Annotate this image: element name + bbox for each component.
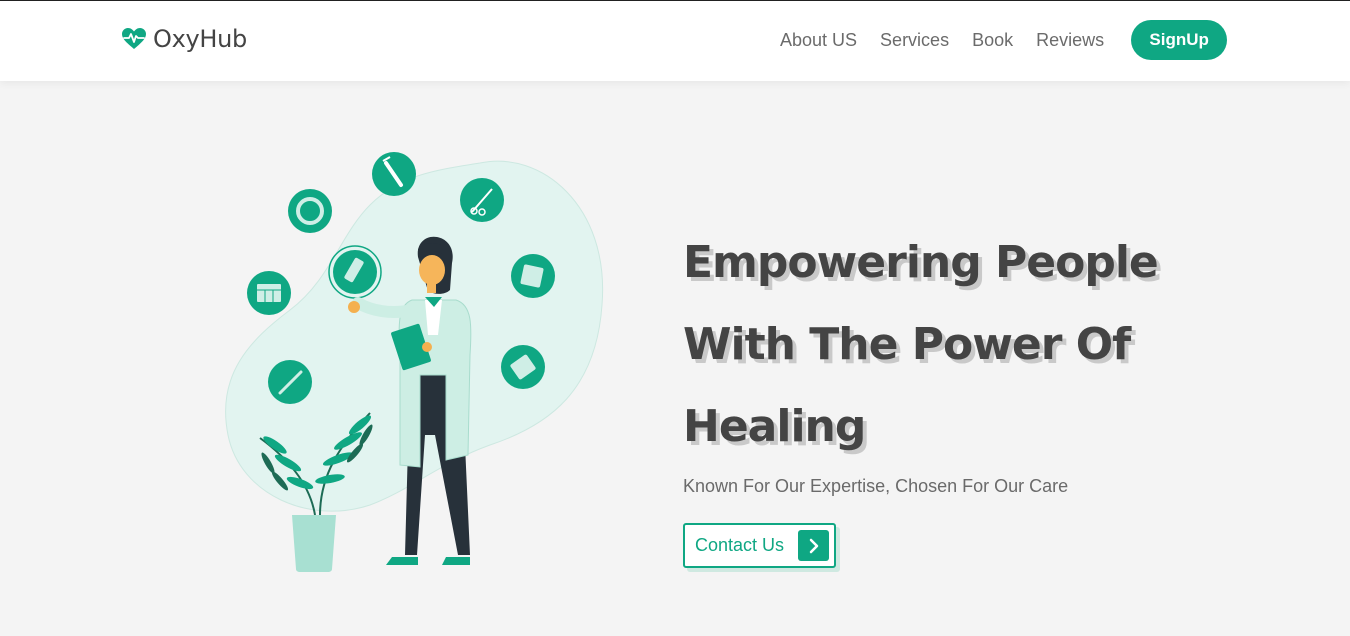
- hero-title: Empowering People With The Power Of Heal…: [683, 222, 1323, 468]
- hero-title-line-1: Empowering People: [683, 237, 1159, 288]
- hero-title-line-2: With The Power Of: [683, 319, 1131, 370]
- scissors-icon: [460, 178, 504, 222]
- chevron-right-icon: [798, 530, 829, 561]
- signup-button[interactable]: SignUp: [1131, 20, 1228, 60]
- nav-link-reviews[interactable]: Reviews: [1036, 20, 1104, 60]
- site-header: OxyHub About US Services Book Reviews Si…: [0, 1, 1350, 81]
- heart-pulse-icon: [122, 28, 146, 49]
- nav-link-services[interactable]: Services: [880, 20, 949, 60]
- nav-link-about[interactable]: About US: [780, 20, 857, 60]
- contact-button-wrap: Contact Us: [683, 523, 840, 572]
- brand-name: OxyHub: [153, 25, 247, 53]
- calendar-icon: [247, 271, 291, 315]
- syringe-icon: [372, 152, 416, 196]
- pill-bottle-icon: [328, 245, 382, 299]
- hero-section: Empowering People With The Power Of Heal…: [683, 222, 1323, 572]
- thermometer-icon: [268, 360, 312, 404]
- hero-title-line-3: Healing: [683, 401, 866, 452]
- main-nav: About US Services Book Reviews SignUp: [780, 20, 1228, 60]
- nav-link-book[interactable]: Book: [972, 20, 1013, 60]
- contact-us-button[interactable]: Contact Us: [683, 523, 836, 568]
- notepad-icon: [511, 254, 555, 298]
- hero-illustration: [220, 145, 615, 580]
- ring-icon: [288, 189, 332, 233]
- pill-pack-icon: [501, 345, 545, 389]
- contact-us-label: Contact Us: [695, 535, 785, 555]
- hero-subtitle: Known For Our Expertise, Chosen For Our …: [683, 476, 1069, 496]
- brand-logo[interactable]: OxyHub: [121, 25, 247, 53]
